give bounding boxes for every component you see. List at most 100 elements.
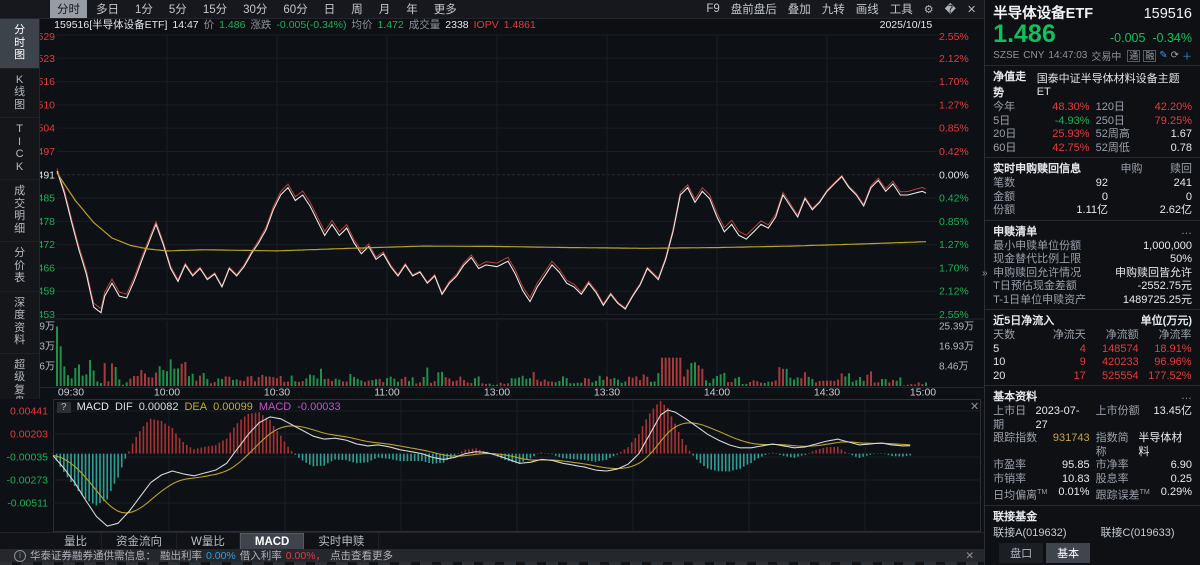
flow-cell: 177.52%	[1139, 370, 1192, 384]
svg-text:0.00%: 0.00%	[939, 169, 969, 181]
svg-text:8.46万: 8.46万	[939, 362, 968, 373]
more-icon[interactable]: …	[1181, 390, 1192, 402]
toolbar-item-画线[interactable]: 画线	[856, 1, 879, 17]
sidebar-item-超级复盘[interactable]: 超级复盘	[0, 354, 39, 400]
indicator-tab-资金流向[interactable]: 资金流向	[102, 533, 177, 549]
panel-header: 半导体设备ETF 159516 1.486 -0.005 -0.34% SZSE…	[985, 0, 1200, 63]
sidebar-item-分时图[interactable]: 分时图	[0, 19, 39, 69]
period-tab-1分[interactable]: 1分	[128, 0, 160, 18]
svg-text:1.459: 1.459	[40, 286, 55, 298]
toolbar-item-叠加[interactable]: 叠加	[788, 1, 811, 17]
subscribe-value: 0	[1046, 191, 1108, 205]
dif-value: 0.00082	[139, 401, 179, 413]
svg-text:0.00203: 0.00203	[10, 429, 48, 441]
borrow-rate-value: 0.00%，	[286, 548, 326, 563]
svg-text:1.70%: 1.70%	[939, 262, 969, 274]
toolbar-item-九转[interactable]: 九转	[822, 1, 845, 17]
add-icon[interactable]: ＋	[1182, 48, 1192, 63]
indicator-tab-MACD[interactable]: MACD	[240, 533, 305, 549]
svg-text:15:00: 15:00	[910, 387, 936, 399]
period-tab-5分[interactable]: 5分	[162, 0, 194, 18]
period-tab-周[interactable]: 周	[344, 0, 370, 18]
svg-text:13:00: 13:00	[484, 387, 510, 399]
indicator-tab-实时申赎[interactable]: 实时申赎	[304, 533, 379, 549]
help-icon[interactable]: �	[945, 3, 956, 16]
close-icon[interactable]: ✕	[970, 400, 979, 413]
basic-label: 上市日期	[993, 405, 1035, 432]
indicator-tab-W量比[interactable]: W量比	[177, 533, 240, 549]
more-icon[interactable]: …	[1181, 225, 1192, 237]
basic-section-header: 基本资料 …	[985, 385, 1200, 405]
svg-text:1.27%: 1.27%	[939, 239, 969, 251]
toolbar-item-工具[interactable]: 工具	[890, 1, 913, 17]
svg-text:13:30: 13:30	[594, 387, 620, 399]
macd-title: MACD	[77, 401, 109, 413]
timeshare-chart[interactable]: 1.5292.55%1.5232.12%1.5161.70%1.5101.27%…	[40, 31, 984, 399]
flow-col-净流额: 净流额	[1086, 329, 1139, 343]
panel-tab-基本[interactable]: 基本	[1046, 543, 1090, 563]
collapse-panel-icon[interactable]: »	[982, 268, 988, 279]
period-tab-15分[interactable]: 15分	[196, 0, 234, 18]
basic-value: 0.29%	[1161, 486, 1192, 503]
macd-chart[interactable]: 0.004410.00203-0.00035-0.00273-0.00511	[0, 399, 984, 532]
period-tabs: 分时多日1分5分15分30分60分日周月年更多	[0, 0, 464, 18]
macd-header: ? MACD DIF 0.00082 DEA 0.00099 MACD -0.0…	[57, 401, 341, 413]
flow-cell: 17	[1033, 370, 1086, 384]
link-fund[interactable]: 联接C(019633)	[1101, 526, 1175, 540]
period-tab-月[interactable]: 月	[372, 0, 398, 18]
status-more-link[interactable]: 点击查看更多	[330, 548, 393, 563]
period-tab-60分[interactable]: 60分	[276, 0, 314, 18]
link-fund[interactable]: 联接A(019632)	[993, 526, 1066, 540]
indicator-tab-量比[interactable]: 量比	[50, 533, 102, 549]
list-row: 现金替代比例上限50%	[985, 253, 1200, 267]
period-tab-多日[interactable]: 多日	[89, 0, 126, 18]
svg-text:1.485: 1.485	[40, 193, 55, 205]
close-icon[interactable]: ✕	[965, 550, 974, 562]
flow-table-row: 10942023396.96%	[985, 356, 1200, 370]
period-tab-年[interactable]: 年	[399, 0, 425, 18]
volume-label: 成交量	[409, 19, 441, 31]
redeem-value: 2.62亿	[1108, 204, 1192, 218]
basic-label: 市净率	[1096, 459, 1129, 473]
borrow-rate-label: 借入利率	[240, 548, 282, 563]
list-label: T-1日单位申赎资产	[993, 294, 1086, 308]
sidebar-item-K线图[interactable]: K线图	[0, 69, 39, 119]
iopv-line	[57, 169, 926, 309]
period-tab-30分[interactable]: 30分	[236, 0, 274, 18]
close-icon[interactable]: ✕	[967, 3, 976, 16]
help-icon[interactable]: ?	[57, 402, 71, 413]
nav-value: 42.20%	[1155, 101, 1192, 115]
period-tab-更多[interactable]: 更多	[427, 0, 464, 18]
sidebar-item-深度资料[interactable]: 深度资料	[0, 292, 39, 354]
status-bar[interactable]: i 华泰证券融券通供需信息： 融出利率 0.00% 借入利率 0.00%， 点击…	[0, 549, 984, 562]
flow-cell: 5	[993, 343, 1033, 357]
nav-title: 净值走势	[993, 68, 1037, 100]
link-funds-header: 联接基金	[985, 505, 1200, 525]
flow-cell: 525554	[1086, 370, 1139, 384]
svg-text:2.12%: 2.12%	[939, 53, 969, 65]
sidebar-item-分价表[interactable]: 分价表	[0, 242, 39, 292]
period-tab-日[interactable]: 日	[317, 0, 343, 18]
basic-row: 日均偏离TM0.01%跟踪误差TM0.29%	[985, 486, 1200, 503]
sidebar-item-TICK[interactable]: TICK	[0, 118, 39, 180]
basic-row: 上市日期2023-07-27上市份额13.45亿	[985, 405, 1200, 432]
list-value: 1489725.25元	[1123, 294, 1192, 308]
quote-time: 14:47	[172, 19, 198, 31]
refresh-icon[interactable]: ⟳	[1171, 50, 1179, 61]
svg-text:1.529: 1.529	[40, 31, 55, 43]
edit-icon[interactable]: ✎	[1159, 50, 1167, 61]
period-tab-分时[interactable]: 分时	[50, 0, 87, 18]
nav-row: 60日42.75%52周低0.78	[985, 142, 1200, 156]
netflow-section-header: 近5日净流入 单位(万元)	[985, 309, 1200, 329]
toolbar-item-F9[interactable]: F9	[706, 3, 719, 15]
price-change: -0.005 -0.34%	[1110, 31, 1192, 47]
svg-text:0.42%: 0.42%	[939, 146, 969, 158]
panel-tab-盘口[interactable]: 盘口	[999, 543, 1043, 563]
toolbar-item-盘前盘后[interactable]: 盘前盘后	[731, 1, 777, 17]
svg-text:-0.00035: -0.00035	[7, 452, 49, 464]
gear-icon[interactable]: ⚙	[924, 3, 934, 16]
nav-label: 120日	[1096, 101, 1125, 115]
sidebar-item-成交明细[interactable]: 成交明细	[0, 180, 39, 242]
realtime-title: 实时申购赎回信息	[993, 160, 1081, 176]
indicator-tabs: 量比资金流向W量比MACD实时申赎	[0, 532, 984, 549]
